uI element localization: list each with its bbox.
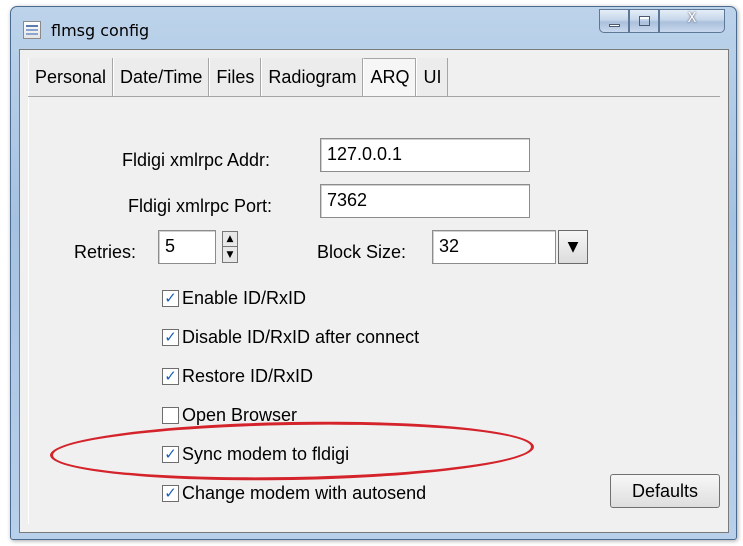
maximize-icon: [639, 16, 650, 26]
retries-stepper[interactable]: ▲ ▼: [222, 231, 238, 263]
checkbox-box[interactable]: ✓: [162, 485, 179, 502]
xmlrpc-port-input[interactable]: 7362: [320, 184, 530, 218]
tab-files[interactable]: Files: [209, 58, 262, 96]
checkbox-box[interactable]: [162, 407, 179, 424]
title-bar[interactable]: flmsg config X: [11, 7, 736, 49]
tab-arq[interactable]: ARQ: [363, 58, 417, 96]
app-icon: [23, 21, 41, 39]
checkbox-label: Restore ID/RxID: [182, 366, 314, 386]
checkbox-change-modem-autosend[interactable]: ✓ Change modem with autosend: [162, 483, 426, 504]
tab-personal[interactable]: Personal: [28, 58, 114, 96]
close-button[interactable]: X: [659, 9, 725, 33]
block-size-dropdown-button[interactable]: ▼: [558, 230, 588, 264]
window-title: flmsg config: [51, 21, 150, 40]
checkbox-box[interactable]: ✓: [162, 368, 179, 385]
xmlrpc-addr-label: Fldigi xmlrpc Addr:: [122, 150, 271, 170]
tab-bar: Personal Date/Time Files Radiogram ARQ U…: [28, 58, 449, 96]
retries-input[interactable]: 5: [158, 230, 216, 264]
tab-ui[interactable]: UI: [416, 58, 449, 96]
chevron-down-icon: ▼: [567, 239, 579, 255]
defaults-button[interactable]: Defaults: [610, 474, 720, 508]
stepper-up-icon[interactable]: ▲: [223, 232, 237, 247]
tab-radiogram[interactable]: Radiogram: [261, 58, 364, 96]
retries-label: Retries:: [74, 242, 137, 262]
xmlrpc-addr-input[interactable]: 127.0.0.1: [320, 138, 530, 172]
checkbox-enable-id[interactable]: ✓ Enable ID/RxID: [162, 288, 306, 309]
checkbox-label: Disable ID/RxID after connect: [182, 327, 420, 347]
close-icon: X: [687, 11, 697, 26]
block-size-label: Block Size:: [317, 242, 407, 262]
checkbox-label: Enable ID/RxID: [182, 288, 307, 308]
xmlrpc-port-label: Fldigi xmlrpc Port:: [128, 196, 273, 216]
checkbox-box[interactable]: ✓: [162, 329, 179, 346]
checkbox-box[interactable]: ✓: [162, 290, 179, 307]
block-size-select[interactable]: 32: [432, 230, 556, 264]
checkbox-restore-id[interactable]: ✓ Restore ID/RxID: [162, 366, 313, 387]
stepper-down-icon[interactable]: ▼: [223, 247, 237, 262]
maximize-button[interactable]: [629, 9, 659, 33]
checkbox-label: Change modem with autosend: [182, 483, 427, 503]
tab-date-time[interactable]: Date/Time: [113, 58, 210, 96]
minimize-button[interactable]: [599, 9, 629, 33]
minimize-icon: [609, 24, 620, 27]
checkbox-disable-id-after-connect[interactable]: ✓ Disable ID/RxID after connect: [162, 327, 419, 348]
